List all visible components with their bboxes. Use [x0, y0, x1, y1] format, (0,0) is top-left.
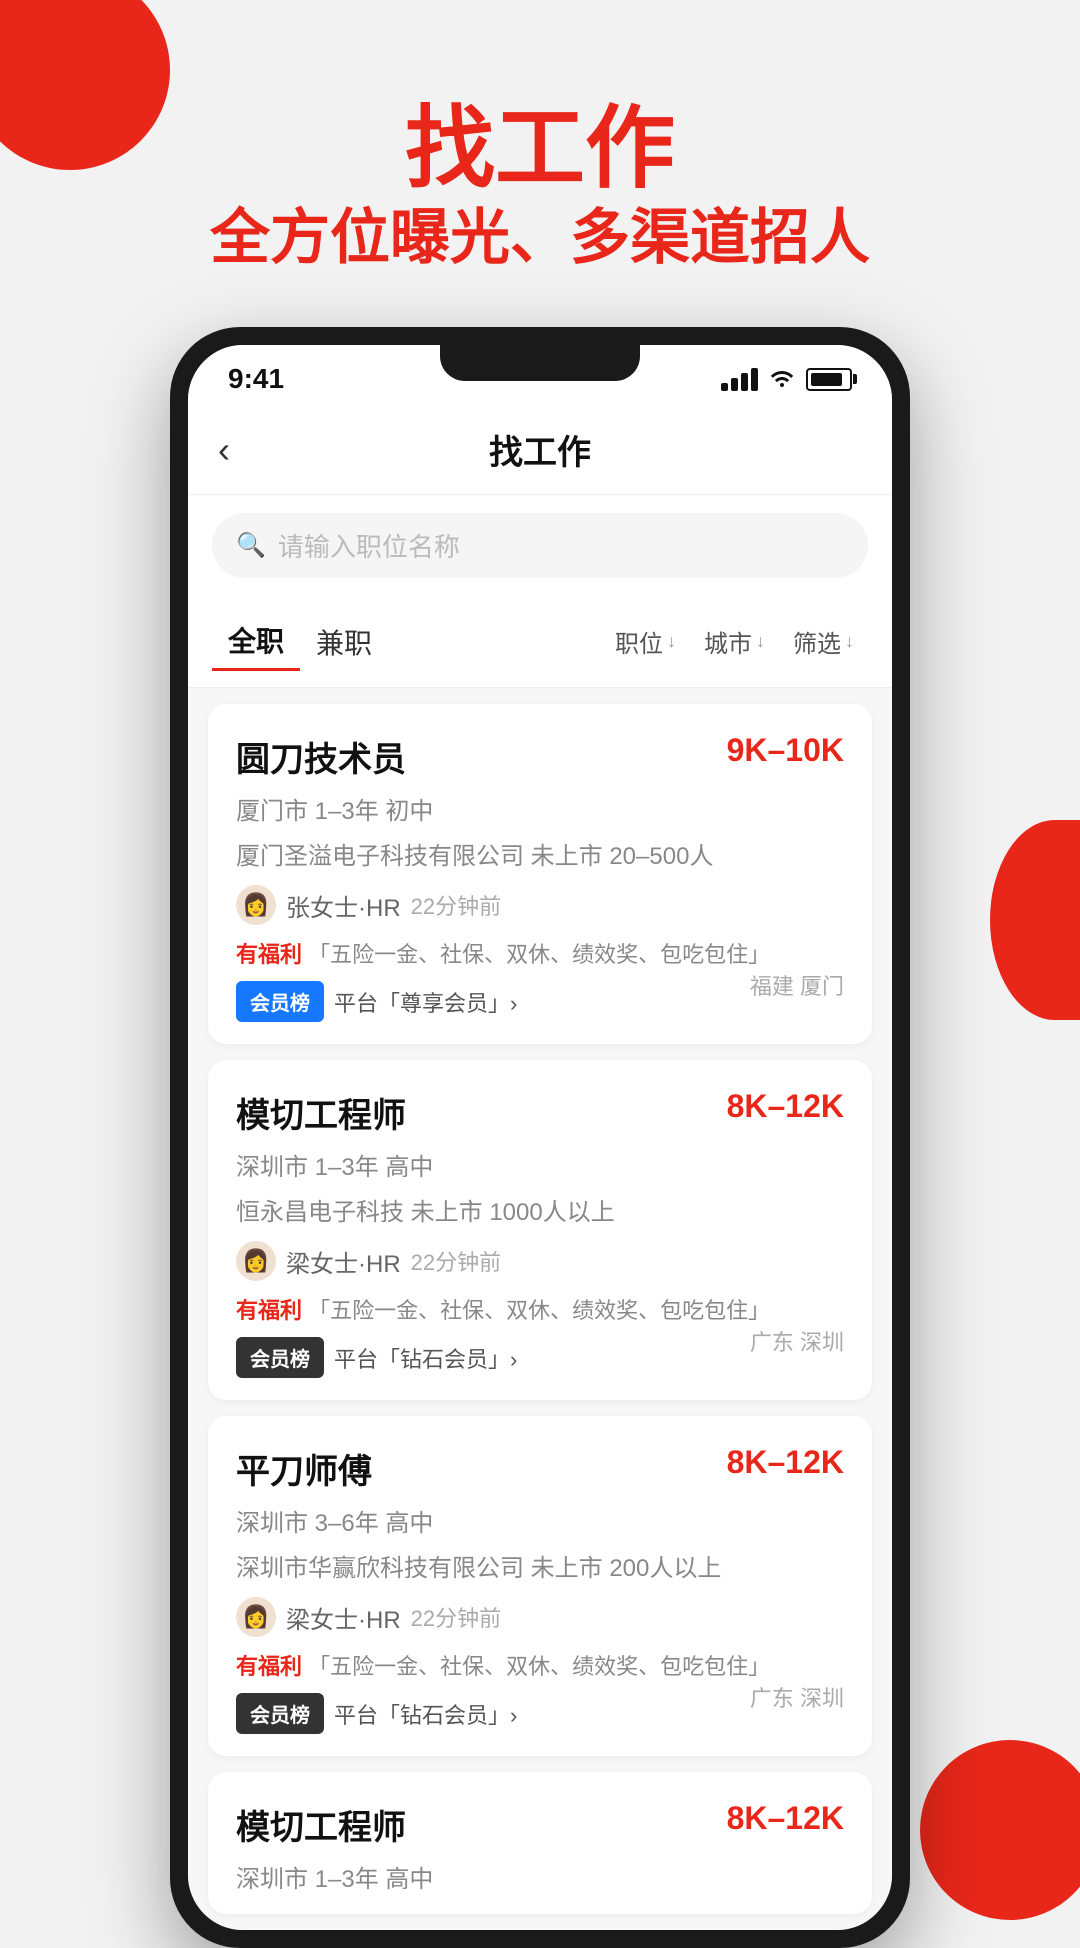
back-button[interactable]: ‹ — [218, 429, 278, 471]
job-meta-4: 深圳市 1–3年 高中 — [236, 1859, 844, 1894]
benefits-label-3: 有福利 — [236, 1654, 302, 1679]
job-location-3: 广东 深圳 — [750, 1681, 844, 1713]
job-title-3: 平刀师傅 — [236, 1444, 372, 1493]
member-badge-text-2[interactable]: 平台「钻石会员」› — [334, 1342, 517, 1374]
hr-time-2: 22分钟前 — [411, 1245, 501, 1277]
member-badge-2: 会员榜 — [236, 1337, 324, 1378]
member-badge-3: 会员榜 — [236, 1693, 324, 1734]
hr-name-2: 梁女士·HR — [286, 1244, 401, 1279]
search-container: 🔍 请输入职位名称 — [188, 495, 892, 596]
job-badge-row-2: 会员榜 平台「钻石会员」› — [236, 1337, 750, 1378]
benefits-label-2: 有福利 — [236, 1298, 302, 1323]
job-salary-3: 8K–12K — [727, 1444, 844, 1481]
job-hr-2: 👩 梁女士·HR 22分钟前 — [236, 1241, 844, 1281]
job-salary-2: 8K–12K — [727, 1088, 844, 1125]
job-title-1: 圆刀技术员 — [236, 732, 406, 781]
hr-name-3: 梁女士·HR — [286, 1600, 401, 1635]
job-title-4: 模切工程师 — [236, 1800, 406, 1849]
promo-subtitle: 全方位曝光、多渠道招人 — [0, 199, 1080, 277]
filter-city-button[interactable]: 城市 ↓ — [690, 616, 779, 667]
job-card-4[interactable]: 模切工程师 8K–12K 深圳市 1–3年 高中 — [208, 1772, 872, 1914]
job-location-1: 福建 厦门 — [750, 969, 844, 1001]
filter-screen-button[interactable]: 筛选 ↓ — [779, 616, 868, 667]
job-meta-3: 深圳市 3–6年 高中 — [236, 1503, 844, 1538]
filter-position-button[interactable]: 职位 ↓ — [601, 616, 690, 667]
member-badge-1: 会员榜 — [236, 981, 324, 1022]
promo-header: 找工作 全方位曝光、多渠道招人 — [0, 0, 1080, 277]
job-list: 圆刀技术员 9K–10K 厦门市 1–3年 初中 厦门圣溢电子科技有限公司 未上… — [188, 688, 892, 1930]
signal-icon — [721, 368, 758, 391]
promo-title: 找工作 — [0, 100, 1080, 199]
job-meta-2: 深圳市 1–3年 高中 — [236, 1147, 844, 1182]
member-badge-text-3[interactable]: 平台「钻石会员」› — [334, 1698, 517, 1730]
job-location-2: 广东 深圳 — [750, 1325, 844, 1357]
phone-notch — [440, 345, 640, 381]
hr-time-3: 22分钟前 — [411, 1601, 501, 1633]
phone-frame: 9:41 — [170, 327, 910, 1948]
search-icon: 🔍 — [236, 531, 266, 560]
benefits-text-3: 「五险一金、社保、双休、绩效奖、包吃包住」 — [308, 1654, 770, 1679]
job-meta-1: 厦门市 1–3年 初中 — [236, 791, 844, 826]
benefits-label-1: 有福利 — [236, 942, 302, 967]
job-hr-1: 👩 张女士·HR 22分钟前 — [236, 885, 844, 925]
job-card-1[interactable]: 圆刀技术员 9K–10K 厦门市 1–3年 初中 厦门圣溢电子科技有限公司 未上… — [208, 704, 872, 1044]
job-badge-row-1: 会员榜 平台「尊享会员」› — [236, 981, 750, 1022]
phone-mockup: 9:41 — [0, 327, 1080, 1948]
job-benefits-1: 有福利 「五险一金、社保、双休、绩效奖、包吃包住」 福建 厦门 — [236, 937, 844, 969]
benefits-text-2: 「五险一金、社保、双休、绩效奖、包吃包住」 — [308, 1298, 770, 1323]
hr-time-1: 22分钟前 — [411, 889, 501, 921]
status-time: 9:41 — [228, 363, 284, 395]
nav-bar: ‹ 找工作 — [188, 405, 892, 495]
phone-screen: 9:41 — [188, 345, 892, 1930]
job-hr-3: 👩 梁女士·HR 22分钟前 — [236, 1597, 844, 1637]
hr-avatar-3: 👩 — [236, 1597, 276, 1637]
hr-avatar-1: 👩 — [236, 885, 276, 925]
benefits-text-1: 「五险一金、社保、双休、绩效奖、包吃包住」 — [308, 942, 770, 967]
job-company-2: 恒永昌电子科技 未上市 1000人以上 — [236, 1192, 844, 1227]
job-salary-4: 8K–12K — [727, 1800, 844, 1837]
job-title-2: 模切工程师 — [236, 1088, 406, 1137]
battery-icon — [806, 368, 852, 391]
member-badge-text-1[interactable]: 平台「尊享会员」› — [334, 986, 517, 1018]
wifi-icon — [768, 365, 796, 394]
job-salary-1: 9K–10K — [727, 732, 844, 769]
job-benefits-3: 有福利 「五险一金、社保、双休、绩效奖、包吃包住」 广东 深圳 — [236, 1649, 844, 1681]
status-icons — [721, 365, 852, 394]
job-benefits-2: 有福利 「五险一金、社保、双休、绩效奖、包吃包住」 广东 深圳 — [236, 1293, 844, 1325]
job-company-3: 深圳市华赢欣科技有限公司 未上市 200人以上 — [236, 1548, 844, 1583]
search-box[interactable]: 🔍 请输入职位名称 — [212, 513, 868, 578]
page-title: 找工作 — [278, 425, 802, 474]
tab-fulltime[interactable]: 全职 — [212, 612, 300, 671]
tab-parttime[interactable]: 兼职 — [300, 614, 388, 670]
hr-name-1: 张女士·HR — [286, 888, 401, 923]
app-content: ‹ 找工作 🔍 请输入职位名称 全职 兼职 职位 ↓ — [188, 405, 892, 1930]
hr-avatar-2: 👩 — [236, 1241, 276, 1281]
job-badge-row-3: 会员榜 平台「钻石会员」› — [236, 1693, 750, 1734]
job-card-3[interactable]: 平刀师傅 8K–12K 深圳市 3–6年 高中 深圳市华赢欣科技有限公司 未上市… — [208, 1416, 872, 1756]
filter-bar: 全职 兼职 职位 ↓ 城市 ↓ 筛选 ↓ — [188, 596, 892, 688]
job-company-1: 厦门圣溢电子科技有限公司 未上市 20–500人 — [236, 836, 844, 871]
search-input[interactable]: 请输入职位名称 — [278, 527, 460, 564]
job-card-2[interactable]: 模切工程师 8K–12K 深圳市 1–3年 高中 恒永昌电子科技 未上市 100… — [208, 1060, 872, 1400]
